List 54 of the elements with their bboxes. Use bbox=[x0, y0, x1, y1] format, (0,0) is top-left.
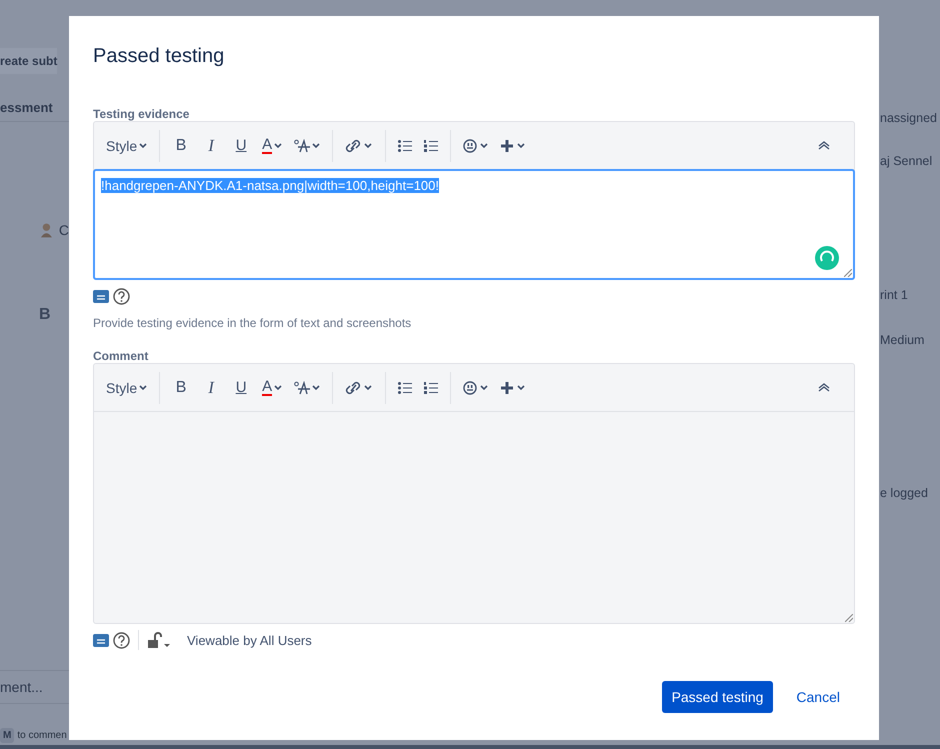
passed-testing-button[interactable]: Passed testing bbox=[662, 681, 774, 713]
bold-button[interactable]: B bbox=[172, 136, 190, 154]
caret-icon bbox=[139, 384, 148, 390]
italic-button[interactable]: I bbox=[202, 136, 220, 156]
resize-handle-icon[interactable] bbox=[845, 614, 853, 622]
text-size-icon[interactable] bbox=[294, 380, 320, 394]
spinner-icon bbox=[815, 246, 839, 270]
cancel-link[interactable]: Cancel bbox=[781, 689, 855, 705]
wiki-markup-icon[interactable] bbox=[93, 634, 109, 646]
field-value: Medium bbox=[880, 333, 924, 347]
resize-handle-icon[interactable] bbox=[844, 269, 852, 277]
keyboard-key: M bbox=[0, 728, 14, 742]
caret-icon bbox=[274, 142, 282, 148]
numbered-list-icon[interactable] bbox=[424, 140, 438, 152]
visibility-label: Viewable by All Users bbox=[187, 632, 312, 648]
style-dropdown[interactable]: Style bbox=[106, 138, 148, 154]
field-label: Comment bbox=[93, 349, 148, 363]
emoji-icon[interactable] bbox=[463, 138, 490, 152]
dialog-title: Passed testing bbox=[93, 44, 224, 68]
field-label: Testing evidence bbox=[93, 107, 190, 121]
help-icon[interactable] bbox=[113, 288, 130, 304]
text-color-button[interactable]: A bbox=[262, 137, 282, 154]
comment-hint: to commen bbox=[17, 730, 67, 740]
field-description: Provide testing evidence in the form of text and screenshots bbox=[93, 316, 412, 330]
bold-letter: B bbox=[39, 306, 51, 324]
wiki-markup-icon[interactable] bbox=[93, 290, 109, 302]
field-value: rint 1 bbox=[880, 288, 908, 302]
link-icon[interactable] bbox=[345, 138, 374, 154]
plus-icon[interactable] bbox=[501, 380, 528, 394]
bullet-list-icon[interactable] bbox=[398, 382, 412, 394]
text-value: !handgrepen-ANYDK.A1-natsa.png|width=100,height=100! bbox=[101, 178, 440, 193]
italic-button[interactable]: I bbox=[202, 378, 220, 398]
bullet-list-icon[interactable] bbox=[398, 140, 412, 152]
link-icon[interactable] bbox=[345, 380, 374, 396]
field-value: nassigned bbox=[880, 111, 937, 125]
avatar-icon bbox=[40, 222, 53, 238]
field-value: aj Sennel bbox=[880, 154, 932, 168]
field-value: e logged bbox=[880, 486, 928, 500]
collapse-icon[interactable] bbox=[818, 383, 830, 392]
plus-icon[interactable] bbox=[501, 138, 528, 152]
underline-button[interactable]: U bbox=[232, 137, 250, 154]
text-color-button[interactable]: A bbox=[262, 379, 282, 396]
unlocked-padlock-icon[interactable] bbox=[147, 632, 171, 648]
caret-icon bbox=[139, 142, 148, 148]
collapse-icon[interactable] bbox=[818, 141, 830, 150]
underline-button[interactable]: U bbox=[232, 379, 250, 396]
bold-button[interactable]: B bbox=[172, 378, 190, 396]
caret-icon bbox=[274, 384, 282, 390]
person-name: C bbox=[58, 222, 69, 238]
style-dropdown[interactable]: Style bbox=[106, 380, 148, 396]
text-size-icon[interactable] bbox=[294, 138, 320, 152]
numbered-list-icon[interactable] bbox=[424, 382, 438, 394]
emoji-icon[interactable] bbox=[463, 380, 490, 394]
help-icon[interactable] bbox=[113, 632, 130, 648]
